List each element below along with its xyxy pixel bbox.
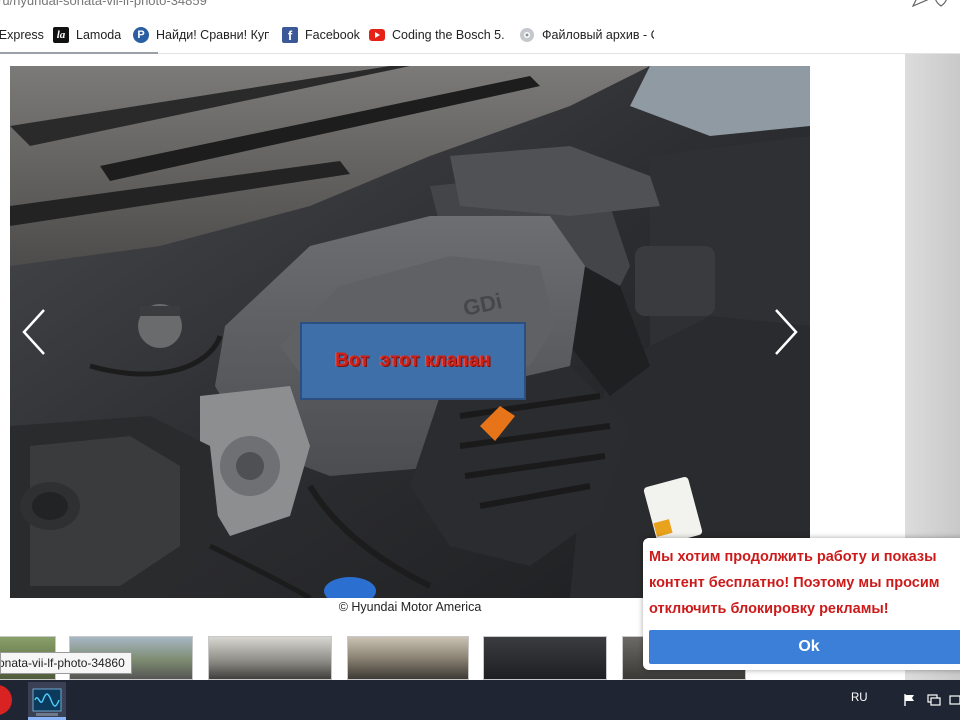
chevron-left-icon[interactable]	[20, 308, 48, 356]
adblock-message-line: контент бесплатно! Поэтому мы просим	[649, 575, 940, 591]
adblock-message-line: отключить блокировку рекламы!	[649, 601, 889, 617]
thumbnail[interactable]	[483, 636, 607, 680]
youtube-icon	[369, 27, 385, 43]
adblock-notice: Мы хотим продолжить работу и показы конт…	[643, 538, 960, 670]
ok-button[interactable]: Ok	[649, 630, 960, 664]
network-icon[interactable]	[927, 693, 941, 707]
bookmark-label: Coding the Bosch 5.3	[392, 28, 504, 42]
language-indicator[interactable]: RU	[851, 692, 868, 704]
start-button[interactable]	[0, 685, 12, 715]
bookmark-price-compare[interactable]: P Найди! Сравни! Купи	[133, 26, 269, 44]
bookmark-aliexpress[interactable]: iExpress	[0, 26, 44, 44]
bookmark-label: Найди! Сравни! Купи	[156, 28, 269, 42]
battery-icon[interactable]	[949, 693, 960, 707]
annotation-box: Вот этот клапан	[300, 322, 526, 400]
heart-icon[interactable]	[933, 0, 949, 7]
bookmark-label: Файловый архив - С	[542, 28, 654, 42]
link-tooltip: onata-vii-lf-photo-34860	[0, 652, 132, 674]
annotation-text: Вот этот клапан	[335, 350, 491, 371]
adblock-message-line: Мы хотим продолжить работу и показы	[649, 549, 937, 565]
facebook-icon: f	[282, 27, 298, 43]
bookmark-label: Lamoda	[76, 28, 122, 42]
url-text[interactable]: ru/hyundai-sonata-vii-lf-photo-34859	[0, 0, 207, 8]
chevron-right-icon[interactable]	[772, 308, 800, 356]
address-bar[interactable]: ru/hyundai-sonata-vii-lf-photo-34859	[0, 0, 960, 14]
bookmark-label: iExpress	[0, 28, 44, 42]
bookmark-youtube[interactable]: Coding the Bosch 5.3	[369, 26, 504, 44]
oscilloscope-app-button[interactable]	[28, 682, 66, 720]
taskbar: RU	[0, 680, 960, 720]
bookmarks-bar: iExpress la Lamoda P Найди! Сравни! Купи…	[0, 14, 960, 55]
page-content: GDi Вот этот клапан © Hyundai Motor Amer…	[0, 54, 960, 680]
thumbnail[interactable]	[208, 636, 332, 680]
thumbnail[interactable]	[347, 636, 469, 680]
send-icon[interactable]	[912, 0, 928, 7]
oscilloscope-icon	[32, 688, 62, 716]
bookmark-lamoda[interactable]: la Lamoda	[53, 26, 121, 44]
price-compare-icon: P	[133, 27, 149, 43]
bookmark-label: Facebook	[305, 28, 360, 42]
bookmark-file-archive[interactable]: Файловый архив - С	[519, 26, 654, 44]
flag-icon[interactable]	[903, 693, 917, 707]
lamoda-icon: la	[53, 27, 69, 43]
bookmark-facebook[interactable]: f Facebook	[282, 26, 360, 44]
file-archive-icon	[519, 27, 535, 43]
adblock-message: Мы хотим продолжить работу и показы конт…	[649, 544, 960, 622]
engine-photo[interactable]: GDi Вот этот клапан	[10, 66, 810, 598]
